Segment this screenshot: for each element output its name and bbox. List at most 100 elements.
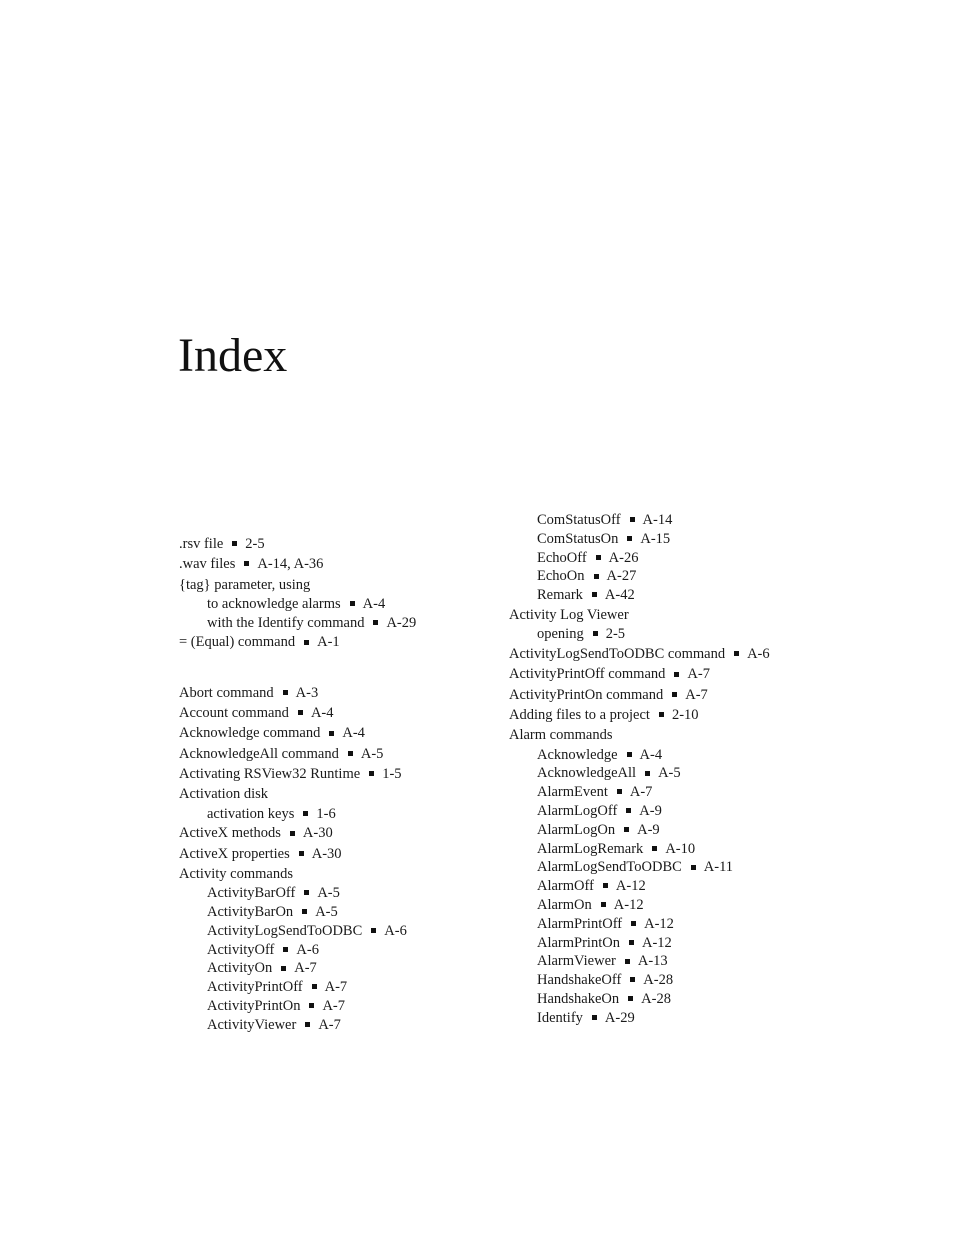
index-entry: Activity commands [179, 864, 489, 884]
square-bullet-icon [592, 631, 598, 637]
index-term: ActivityPrintOn [207, 998, 301, 1015]
index-term: Acknowledge [537, 746, 618, 763]
index-column-left: .rsv file 2-5 .wav files A-14, A-36 {tag} pa… [179, 534, 489, 1035]
square-bullet-icon [626, 751, 632, 757]
square-bullet-icon [624, 826, 630, 832]
index-subentry: HandshakeOn A-28 [509, 990, 839, 1009]
square-bullet-icon [624, 958, 630, 964]
page-reference: A-13 [637, 953, 668, 970]
index-entry: AcknowledgeAll command A-5 [179, 744, 489, 764]
index-term: Activity commands [179, 865, 293, 882]
index-term: AlarmPrintOn [537, 934, 620, 951]
page-reference: A-42 [604, 587, 635, 604]
page-reference: A-5 [360, 745, 384, 762]
index-term: with the Identify command [207, 614, 365, 631]
square-bullet-icon [289, 830, 295, 836]
page-reference: A-7 [687, 666, 710, 683]
page-reference: A-12 [615, 878, 646, 895]
page-reference: A-7 [294, 960, 317, 977]
index-entry: Acknowledge command A-4 [179, 723, 489, 743]
square-bullet-icon [305, 1022, 311, 1027]
index-term: opening [537, 626, 584, 643]
index-term: AlarmPrintOff [537, 915, 623, 932]
index-entry: Abort command A-3 [179, 683, 489, 703]
index-term: Adding files to a project [509, 706, 650, 723]
page-reference: A-5 [317, 885, 340, 902]
index-term: EchoOn [537, 568, 585, 585]
index-term: AlarmLogOn [537, 821, 616, 838]
index-subentry: AcknowledgeAll A-5 [509, 764, 839, 783]
index-term: Remark [537, 587, 583, 604]
square-bullet-icon [602, 883, 608, 889]
index-subentry: activation keys 1-6 [179, 805, 489, 824]
index-term: ActiveX methods [179, 825, 281, 842]
index-term: ActiveX properties [179, 845, 290, 862]
page-reference: A-14, A-36 [257, 556, 324, 573]
index-subentry: Remark A-42 [509, 586, 839, 605]
index-subentry: to acknowledge alarms A-4 [179, 595, 489, 614]
page-reference: A-30 [311, 845, 342, 862]
index-term: .rsv file [179, 536, 224, 552]
index-entry: {tag} parameter, using [179, 575, 489, 595]
page-reference: A-30 [302, 825, 333, 842]
index-entry: = (Equal) command A-1 [179, 632, 489, 652]
index-term: ActivityBarOn [207, 904, 294, 921]
page-reference: A-28 [643, 972, 674, 989]
index-term: EchoOff [537, 549, 587, 566]
square-bullet-icon [311, 984, 317, 990]
index-term: ActivityPrintOn command [509, 686, 664, 703]
index-subentry: ActivityOff A-6 [179, 941, 489, 960]
index-entry: .rsv file 2-5 [179, 534, 489, 554]
index-term: ActivityOff [207, 941, 275, 958]
index-term: ActivityLogSendToODBC [207, 922, 363, 939]
square-bullet-icon [244, 561, 250, 567]
index-term: Acknowledge command [179, 725, 321, 742]
page-reference: 2-5 [245, 536, 265, 552]
index-subentry: AlarmViewer A-13 [509, 952, 839, 971]
square-bullet-icon [232, 541, 238, 547]
index-term: AlarmOn [537, 896, 592, 913]
index-subentry: AlarmLogRemark A-10 [509, 840, 839, 859]
page-reference: A-4 [310, 705, 334, 722]
square-bullet-icon [672, 691, 678, 697]
index-term: ComStatusOn [537, 530, 619, 547]
index-term: AlarmLogRemark [537, 840, 644, 857]
page-reference: A-7 [322, 998, 346, 1015]
square-bullet-icon [630, 977, 636, 983]
index-term: ActivityBarOff [207, 885, 296, 902]
page-reference: A-12 [613, 896, 644, 913]
index-subentry: AlarmLogSendToODBC A-11 [509, 858, 839, 877]
index-subentry: AlarmPrintOn A-12 [509, 934, 839, 953]
square-bullet-icon [297, 710, 303, 716]
square-bullet-icon [734, 651, 740, 657]
page-reference: A-9 [637, 821, 660, 838]
index-subentry: ActivityBarOn A-5 [179, 903, 489, 922]
page-reference: A-27 [606, 568, 637, 585]
page-reference: 2-5 [605, 626, 626, 643]
page-reference: A-7 [318, 1016, 341, 1033]
square-bullet-icon [627, 535, 633, 541]
index-subentry: AlarmLogOff A-9 [509, 802, 839, 821]
index-entry: Activity Log Viewer [509, 605, 839, 625]
page-reference: A-29 [386, 614, 417, 631]
square-bullet-icon [302, 909, 308, 915]
page-reference: A-6 [296, 941, 319, 958]
index-entry: Activation disk [179, 784, 489, 804]
square-bullet-icon [690, 864, 696, 870]
index-term: HandshakeOff [537, 972, 622, 989]
square-bullet-icon [591, 1014, 597, 1020]
index-subentry: ActivityPrintOn A-7 [179, 997, 489, 1016]
page-reference: 2-10 [671, 706, 699, 723]
index-subentry: HandshakeOff A-28 [509, 971, 839, 990]
page-reference: A-6 [384, 922, 407, 939]
index-term: Activating RSView32 Runtime [179, 765, 361, 782]
index-term: ComStatusOff [537, 512, 621, 528]
index-subentry: ComStatusOn A-15 [509, 530, 839, 549]
index-column-right: ComStatusOff A-14 ComStatusOn A-15 EchoOff A-… [509, 511, 839, 1028]
page-reference: A-1 [317, 634, 340, 651]
page-reference: A-10 [665, 840, 696, 857]
index-term: Abort command [179, 684, 274, 701]
index-entry: Activating RSView32 Runtime 1-5 [179, 764, 489, 784]
square-bullet-icon [616, 789, 622, 795]
